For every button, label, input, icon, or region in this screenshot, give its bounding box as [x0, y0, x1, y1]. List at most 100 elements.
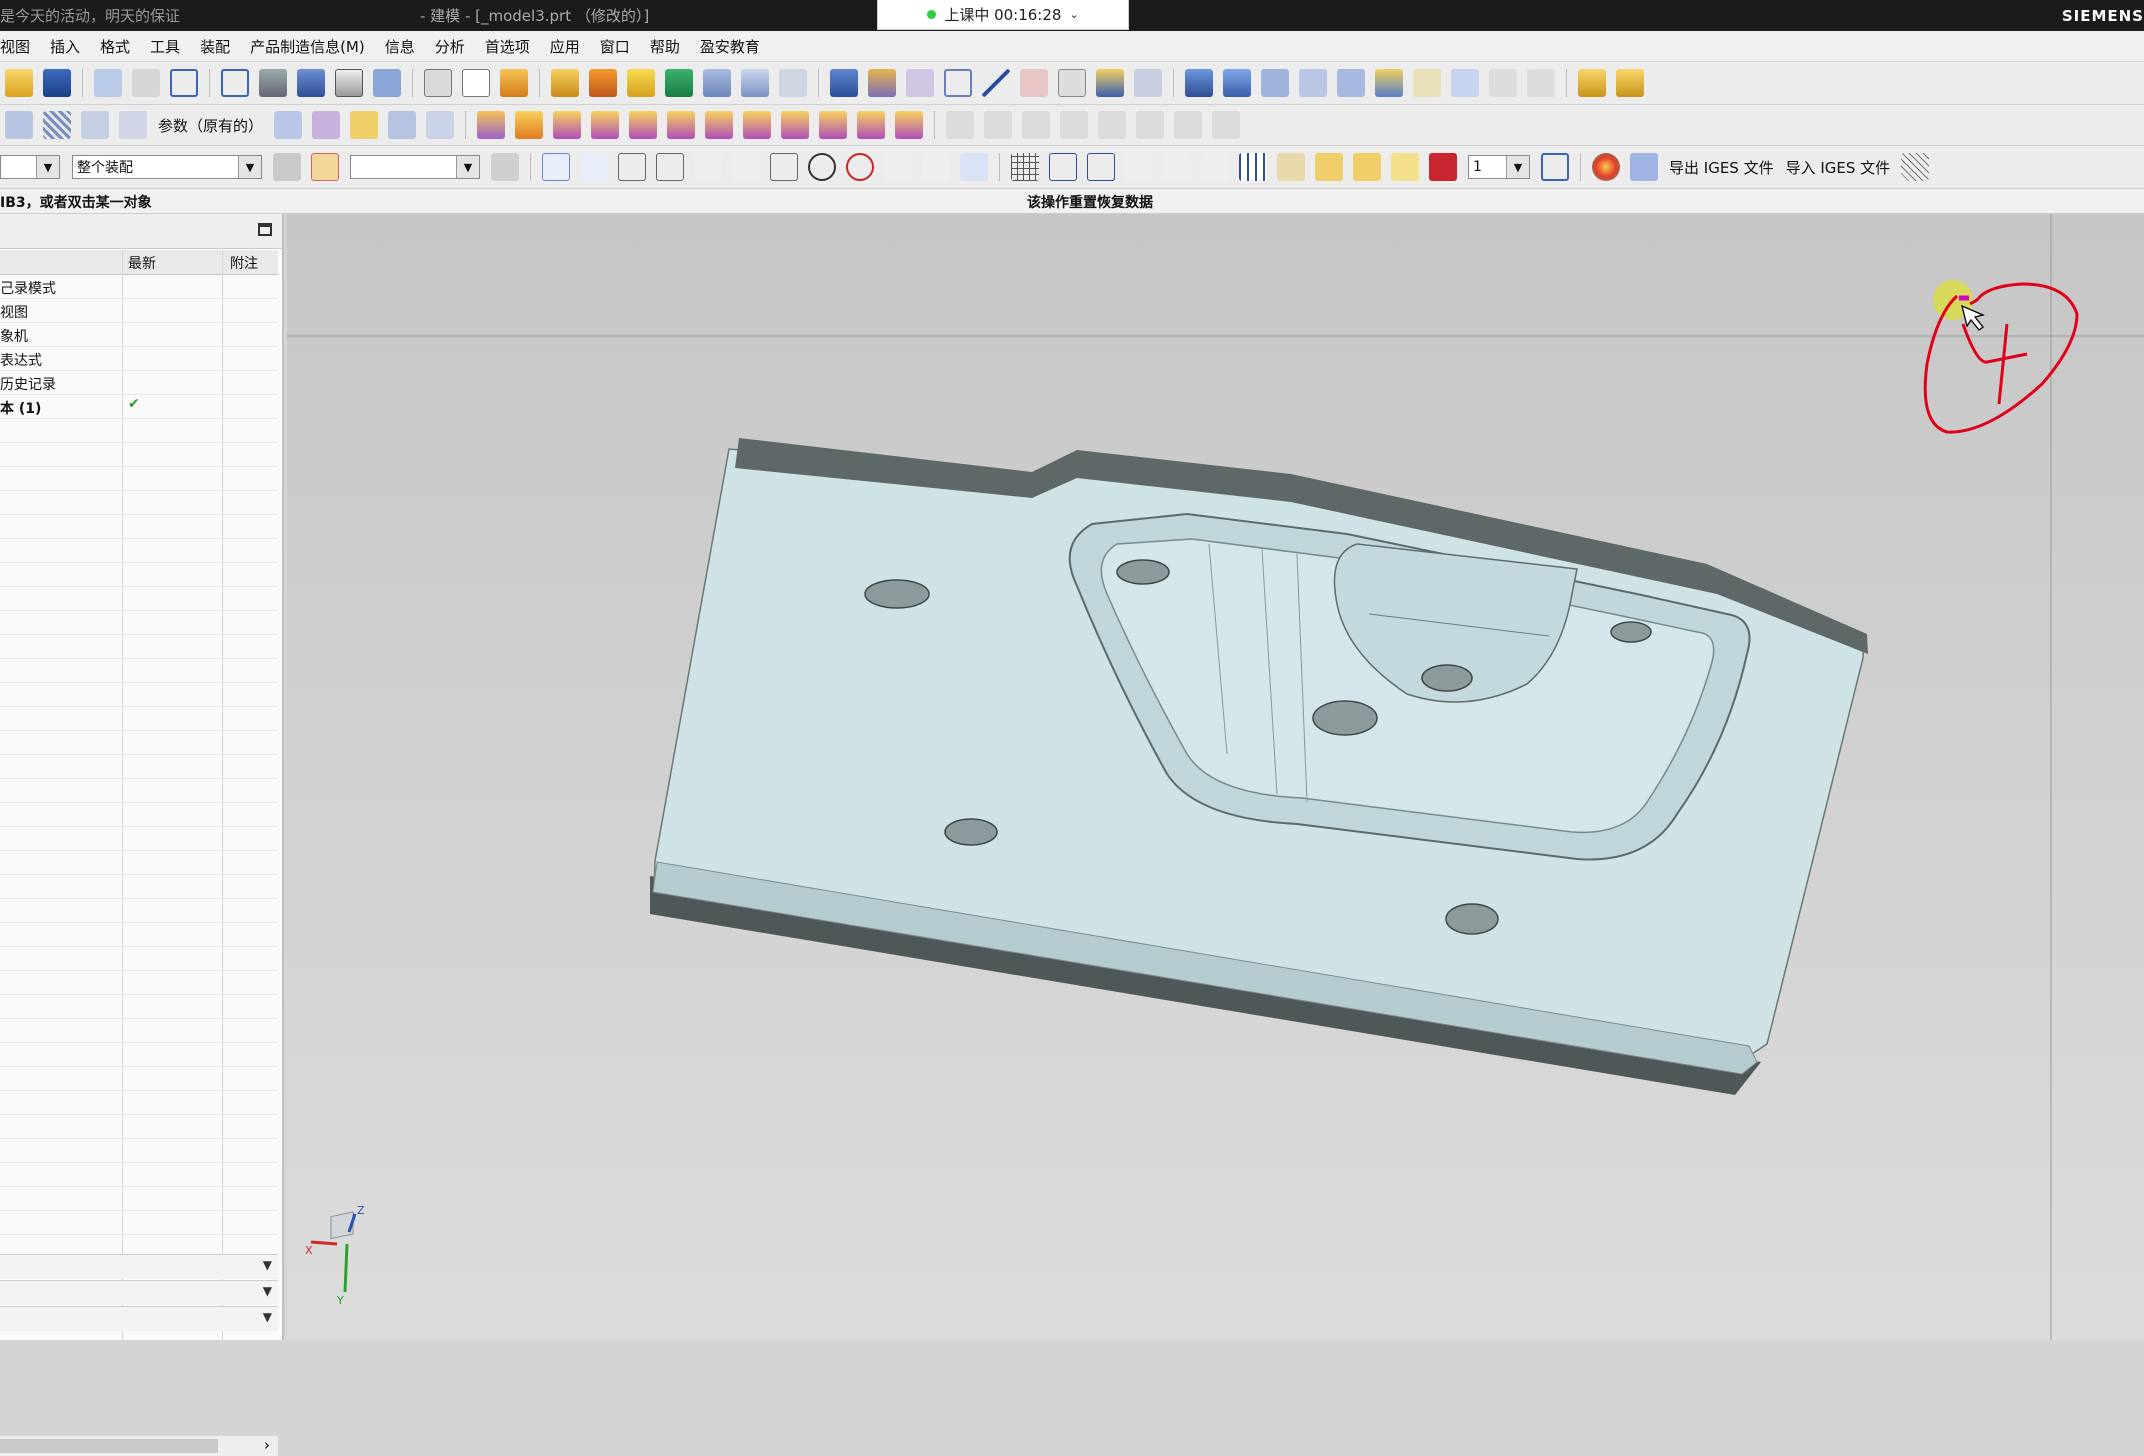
hole[interactable]	[1610, 621, 1652, 643]
tree-item-history[interactable]: 历史记录	[0, 371, 278, 395]
menu-yingan[interactable]: 盈安教育	[690, 36, 770, 57]
wcs-dynamics-icon[interactable]	[1201, 153, 1229, 181]
assembly-icon[interactable]	[1185, 69, 1213, 97]
color-palette-icon[interactable]	[1592, 153, 1620, 181]
wcs-display-icon[interactable]	[1049, 153, 1077, 181]
tree-item-expressions[interactable]: 表达式	[0, 347, 278, 371]
layout-icon[interactable]	[424, 69, 452, 97]
export-iges-button[interactable]: 导出 IGES 文件	[1669, 157, 1774, 178]
make-symmetric-icon[interactable]	[705, 111, 734, 139]
make-coplanar-icon[interactable]	[591, 111, 620, 139]
parameter-label[interactable]: 参数（原有的）	[158, 115, 263, 136]
column-latest[interactable]: 最新	[128, 253, 156, 273]
replace-face-icon[interactable]	[312, 111, 341, 139]
text-curve-icon[interactable]	[1058, 69, 1086, 97]
type-filter-select[interactable]: ▼	[0, 155, 60, 179]
tree-item-body[interactable]: 本 (1) ✔	[0, 395, 278, 419]
move-face-icon[interactable]	[274, 111, 303, 139]
filter-icon[interactable]	[273, 153, 301, 181]
dependencies-panel-toggle[interactable]: ▼	[0, 1254, 278, 1279]
menu-application[interactable]: 应用	[540, 36, 590, 57]
save-icon[interactable]	[43, 69, 71, 97]
text-size-icon[interactable]	[1527, 69, 1555, 97]
preview-panel-toggle[interactable]: ▼	[0, 1306, 278, 1331]
component-icon[interactable]	[1223, 69, 1251, 97]
ruler-icon[interactable]	[1277, 153, 1305, 181]
layer-icon[interactable]	[1375, 69, 1403, 97]
menu-window[interactable]: 窗口	[590, 36, 640, 57]
text-style-icon[interactable]	[1451, 69, 1479, 97]
sheet-icon[interactable]	[462, 69, 490, 97]
column-notes[interactable]: 附注	[230, 253, 258, 273]
measure-icon[interactable]	[1134, 69, 1162, 97]
sheet-metal-icon[interactable]	[1096, 69, 1124, 97]
import-iges-button[interactable]: 导入 IGES 文件	[1786, 157, 1891, 178]
model-canvas[interactable]: Z Y X	[287, 214, 2144, 1340]
layer-settings-icon[interactable]	[1353, 153, 1381, 181]
work-layer-icon[interactable]	[1429, 153, 1457, 181]
snap-mid-icon[interactable]	[580, 153, 608, 181]
intersect-icon[interactable]	[741, 69, 769, 97]
point-on-curve-icon[interactable]	[922, 153, 950, 181]
make-tangent-icon[interactable]	[667, 111, 696, 139]
explode-icon[interactable]	[1299, 69, 1327, 97]
hole[interactable]	[944, 818, 998, 846]
menu-tools[interactable]: 工具	[140, 36, 190, 57]
point-on-face-icon[interactable]	[960, 153, 988, 181]
scrollbar-thumb[interactable]	[0, 1439, 218, 1453]
iges-icon[interactable]	[1630, 153, 1658, 181]
shaded-view-icon[interactable]	[259, 69, 287, 97]
menu-insert[interactable]: 插入	[40, 36, 90, 57]
cube-view-icon[interactable]	[297, 69, 325, 97]
trim-icon[interactable]	[81, 111, 109, 139]
make-coaxial-icon[interactable]	[629, 111, 658, 139]
layer-filter-select[interactable]: ▼	[350, 155, 480, 179]
hole[interactable]	[1116, 559, 1170, 585]
gold-cubes-icon[interactable]	[1616, 69, 1644, 97]
curve-icon[interactable]	[1020, 69, 1048, 97]
mid-point-icon[interactable]	[656, 153, 684, 181]
layer-visible-icon[interactable]	[1391, 153, 1419, 181]
linear-dimension-icon[interactable]	[819, 111, 848, 139]
offset-curve-icon[interactable]	[1136, 111, 1165, 139]
drawing-icon[interactable]	[1413, 69, 1441, 97]
gold-cube-icon[interactable]	[1578, 69, 1606, 97]
make-parallel-icon[interactable]	[743, 111, 772, 139]
menu-view[interactable]: 视图	[0, 36, 40, 57]
menu-preferences[interactable]: 首选项	[475, 36, 540, 57]
circle-center-icon[interactable]	[808, 153, 836, 181]
hole[interactable]	[1445, 903, 1499, 935]
fit-layer-icon[interactable]	[1541, 153, 1569, 181]
hole[interactable]	[1421, 664, 1473, 692]
measure-distance-icon[interactable]	[1315, 153, 1343, 181]
font-icon[interactable]	[1489, 69, 1517, 97]
select-body-icon[interactable]	[491, 153, 519, 181]
trim-curve-icon[interactable]	[984, 111, 1013, 139]
constraint-icon[interactable]	[1261, 69, 1289, 97]
wcs-orient-icon[interactable]	[1087, 153, 1115, 181]
make-perpendicular-icon[interactable]	[781, 111, 810, 139]
wcs-rotate-icon[interactable]	[1163, 153, 1191, 181]
hole[interactable]	[864, 579, 930, 609]
extend-curve-icon[interactable]	[946, 111, 975, 139]
grid-plane-icon[interactable]	[1901, 153, 1930, 181]
join-curve-icon[interactable]	[1212, 111, 1241, 139]
chevron-right-icon[interactable]: ›	[264, 1436, 270, 1454]
control-point-icon[interactable]	[694, 153, 722, 181]
menu-help[interactable]: 帮助	[640, 36, 690, 57]
maximize-icon[interactable]	[258, 223, 272, 236]
datum-plane-icon[interactable]	[944, 69, 972, 97]
open-folder-icon[interactable]	[5, 69, 33, 97]
menu-pmi[interactable]: 产品制造信息(M)	[240, 36, 375, 57]
end-point-icon[interactable]	[618, 153, 646, 181]
class-timer[interactable]: 上课中 00:16:28 ⌄	[877, 0, 1129, 30]
wcs-origin-icon[interactable]	[1125, 153, 1153, 181]
resize-icon[interactable]	[350, 111, 379, 139]
table-icon[interactable]	[1239, 153, 1267, 181]
orient-view-icon[interactable]	[373, 69, 401, 97]
line-icon[interactable]	[982, 69, 1010, 97]
quadrant-icon[interactable]	[846, 153, 874, 181]
mesh-surface-icon[interactable]	[43, 111, 71, 139]
revolve-icon[interactable]	[589, 69, 617, 97]
wave-icon[interactable]	[1337, 69, 1365, 97]
